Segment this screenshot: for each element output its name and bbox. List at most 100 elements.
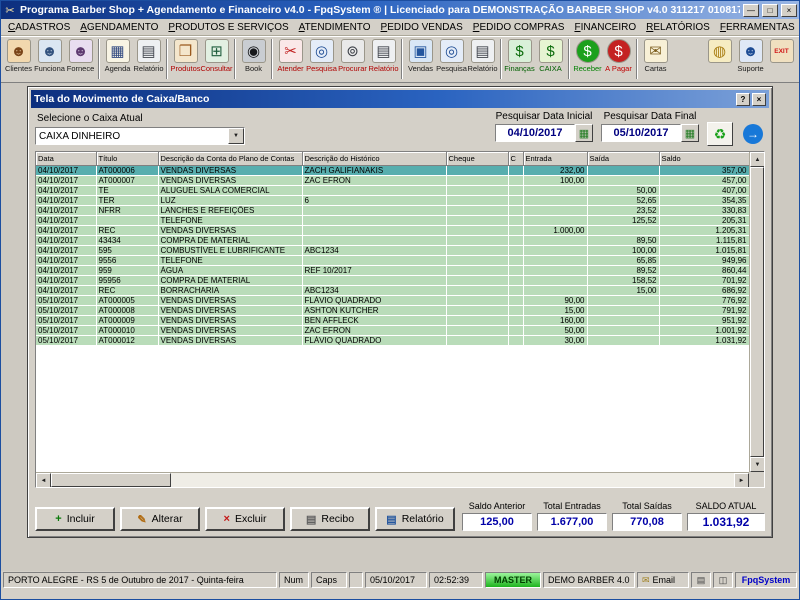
horizontal-scrollbar[interactable]: ◄ ► xyxy=(36,472,749,487)
cell-c[interactable] xyxy=(508,175,523,185)
cell-descricao-da-conta-do-plano-de-contas[interactable]: LUZ xyxy=(158,195,302,205)
cell-titulo[interactable]: AT000008 xyxy=(96,305,158,315)
cell-data[interactable]: 04/10/2017 xyxy=(36,195,96,205)
cell-titulo[interactable]: REC xyxy=(96,225,158,235)
maximize-button[interactable]: □ xyxy=(762,4,778,17)
cell-entrada[interactable]: 15,00 xyxy=(523,305,587,315)
cell-titulo[interactable]: NFRR xyxy=(96,205,158,215)
cell-cheque[interactable] xyxy=(446,255,508,265)
cell-titulo[interactable]: TE xyxy=(96,185,158,195)
cell-saida[interactable] xyxy=(587,175,659,185)
toolbar-button-atender-relatorio[interactable]: ▤Relatório xyxy=(368,38,399,73)
cell-saldo[interactable]: 951,92 xyxy=(659,315,749,325)
cell-saldo[interactable]: 1.015,81 xyxy=(659,245,749,255)
toolbar-button-a-pagar[interactable]: $A Pagar xyxy=(603,38,634,73)
column-header-cheque[interactable]: Cheque xyxy=(446,152,508,165)
toolbar-button-cartas[interactable]: ✉Cartas xyxy=(640,38,671,73)
menu-item-produtos-e-servicos[interactable]: PRODUTOS E SERVIÇOS xyxy=(163,21,293,34)
table-row[interactable]: 04/10/201743434COMPRA DE MATERIAL89,501.… xyxy=(36,235,749,245)
cell-c[interactable] xyxy=(508,195,523,205)
cell-saldo[interactable]: 1.115,81 xyxy=(659,235,749,245)
toolbar-button-atender-pesquisa[interactable]: ◎Pesquisa xyxy=(306,38,337,73)
cell-cheque[interactable] xyxy=(446,185,508,195)
cell-c[interactable] xyxy=(508,285,523,295)
cell-saida[interactable]: 50,00 xyxy=(587,185,659,195)
cell-saldo[interactable]: 357,00 xyxy=(659,165,749,175)
cell-data[interactable]: 04/10/2017 xyxy=(36,265,96,275)
cell-saida[interactable]: 89,50 xyxy=(587,235,659,245)
cell-c[interactable] xyxy=(508,265,523,275)
cell-descricao-do-historico[interactable]: ASHTON KUTCHER xyxy=(302,305,446,315)
cell-descricao-da-conta-do-plano-de-contas[interactable]: TELEFONE xyxy=(158,215,302,225)
cell-entrada[interactable]: 90,00 xyxy=(523,295,587,305)
vertical-scroll-thumb[interactable] xyxy=(750,167,764,457)
cell-saida[interactable] xyxy=(587,325,659,335)
scroll-right-icon[interactable]: ► xyxy=(734,473,749,488)
table-row[interactable]: 04/10/20179556TELEFONE65,85949,96 xyxy=(36,255,749,265)
horizontal-scroll-thumb[interactable] xyxy=(51,473,171,487)
table-row[interactable]: 05/10/2017AT000008VENDAS DIVERSASASHTON … xyxy=(36,305,749,315)
cell-descricao-do-historico[interactable] xyxy=(302,235,446,245)
cell-descricao-da-conta-do-plano-de-contas[interactable]: COMBUSTÍVEL E LUBRIFICANTE xyxy=(158,245,302,255)
toolbar-button-suporte[interactable]: ☻Suporte xyxy=(735,38,766,73)
toolbar-button-fornecedores[interactable]: ☻Fornece xyxy=(65,38,96,73)
cell-saldo[interactable]: 457,00 xyxy=(659,175,749,185)
table-row[interactable]: 04/10/2017RECVENDAS DIVERSAS1.000,001.20… xyxy=(36,225,749,235)
table-row[interactable]: 04/10/2017TEALUGUEL SALA COMERCIAL50,004… xyxy=(36,185,749,195)
toolbar-button-agenda-relatorio[interactable]: ▤Relatório xyxy=(133,38,164,73)
column-header-descricao-do-historico[interactable]: Descrição do Histórico xyxy=(302,152,446,165)
relatorio-button[interactable]: ▤ Relatório xyxy=(375,507,455,531)
menu-item-pedido-vendas[interactable]: PEDIDO VENDAS xyxy=(376,21,468,34)
status-printer-panel[interactable]: ▤ xyxy=(691,572,711,588)
cell-descricao-do-historico[interactable]: ABC1234 xyxy=(302,285,446,295)
cell-saldo[interactable]: 686,92 xyxy=(659,285,749,295)
cell-data[interactable]: 04/10/2017 xyxy=(36,255,96,265)
cell-c[interactable] xyxy=(508,205,523,215)
cell-titulo[interactable]: AT000012 xyxy=(96,335,158,345)
cell-saldo[interactable]: 776,92 xyxy=(659,295,749,305)
menu-item-agendamento[interactable]: AGENDAMENTO xyxy=(75,21,163,34)
cell-entrada[interactable]: 232,00 xyxy=(523,165,587,175)
cell-saldo[interactable]: 205,31 xyxy=(659,215,749,225)
cell-saldo[interactable]: 791,92 xyxy=(659,305,749,315)
column-header-c[interactable]: C xyxy=(508,152,523,165)
toolbar-button-agenda[interactable]: ▦Agenda xyxy=(102,38,133,73)
cell-entrada[interactable] xyxy=(523,185,587,195)
cell-descricao-da-conta-do-plano-de-contas[interactable]: ÁGUA xyxy=(158,265,302,275)
go-button[interactable]: → xyxy=(741,122,765,146)
cell-saldo[interactable]: 949,96 xyxy=(659,255,749,265)
cell-titulo[interactable]: AT000005 xyxy=(96,295,158,305)
table-row[interactable]: 04/10/2017AT000006VENDAS DIVERSASZACH GA… xyxy=(36,165,749,175)
cell-cheque[interactable] xyxy=(446,325,508,335)
cell-cheque[interactable] xyxy=(446,225,508,235)
window-close-button[interactable]: × xyxy=(752,93,766,106)
table-row[interactable]: 04/10/2017959ÁGUAREF 10/201789,52860,44 xyxy=(36,265,749,275)
cell-saldo[interactable]: 701,92 xyxy=(659,275,749,285)
table-row[interactable]: 04/10/2017RECBORRACHARIAABC123415,00686,… xyxy=(36,285,749,295)
cell-entrada[interactable]: 100,00 xyxy=(523,175,587,185)
cell-titulo[interactable] xyxy=(96,215,158,225)
table-row[interactable]: 04/10/2017AT000007VENDAS DIVERSASZAC EFR… xyxy=(36,175,749,185)
cell-cheque[interactable] xyxy=(446,245,508,255)
cell-c[interactable] xyxy=(508,245,523,255)
column-header-titulo[interactable]: Título xyxy=(96,152,158,165)
cell-saida[interactable]: 158,52 xyxy=(587,275,659,285)
cell-descricao-da-conta-do-plano-de-contas[interactable]: VENDAS DIVERSAS xyxy=(158,165,302,175)
cell-cheque[interactable] xyxy=(446,195,508,205)
column-header-descricao-da-conta-do-plano-de-contas[interactable]: Descrição da Conta do Plano de Contas xyxy=(158,152,302,165)
cell-c[interactable] xyxy=(508,305,523,315)
cell-descricao-do-historico[interactable]: FLÁVIO QUADRADO xyxy=(302,295,446,305)
cell-data[interactable]: 04/10/2017 xyxy=(36,205,96,215)
cell-entrada[interactable] xyxy=(523,255,587,265)
cell-descricao-da-conta-do-plano-de-contas[interactable]: COMPRA DE MATERIAL xyxy=(158,275,302,285)
cell-cheque[interactable] xyxy=(446,265,508,275)
scroll-left-icon[interactable]: ◄ xyxy=(36,473,51,488)
table-row[interactable]: 04/10/2017595COMBUSTÍVEL E LUBRIFICANTEA… xyxy=(36,245,749,255)
cell-entrada[interactable]: 30,00 xyxy=(523,335,587,345)
cell-descricao-do-historico[interactable]: FLÁVIO QUADRADO xyxy=(302,335,446,345)
cell-c[interactable] xyxy=(508,335,523,345)
cell-saida[interactable]: 100,00 xyxy=(587,245,659,255)
cell-entrada[interactable]: 50,00 xyxy=(523,325,587,335)
column-header-data[interactable]: Data xyxy=(36,152,96,165)
cell-saldo[interactable]: 1.001,92 xyxy=(659,325,749,335)
